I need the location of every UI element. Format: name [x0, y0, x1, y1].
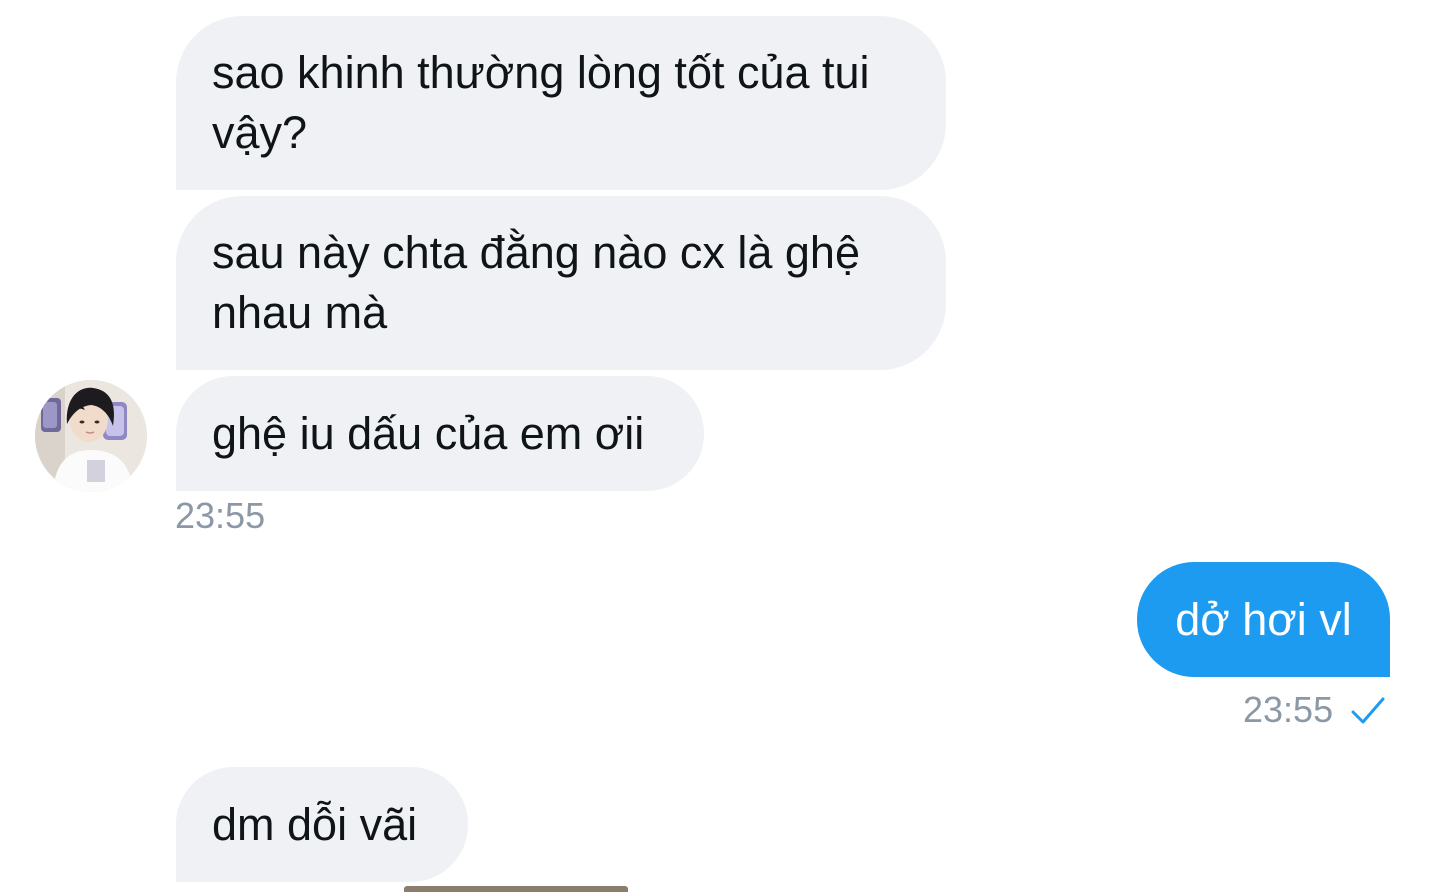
message-bubble-sent[interactable]: dở hơi vl [1137, 562, 1390, 677]
media-preview-edge [404, 886, 628, 892]
message-text: dở hơi vl [1175, 593, 1352, 645]
message-timestamp: 23:55 [1243, 689, 1334, 730]
message-bubble-received[interactable]: ghệ iu dấu của em ơii [176, 376, 704, 491]
message-bubble-received[interactable]: sao khinh thường lòng tốt của tui vậy? [176, 16, 946, 190]
message-text: ghệ iu dấu của em ơii [212, 407, 645, 459]
message-bubble-received[interactable]: sau này chta đằng nào cx là ghệ nhau mà [176, 196, 946, 370]
avatar-photo [35, 380, 147, 492]
message-text: sau này chta đằng nào cx là ghệ nhau mà [212, 227, 860, 338]
check-icon [1351, 697, 1385, 724]
message-timestamp: 23:55 [175, 495, 266, 536]
sender-avatar[interactable] [35, 380, 147, 492]
message-text: sao khinh thường lòng tốt của tui vậy? [212, 47, 870, 158]
message-bubble-received[interactable]: dm dỗi vãi [176, 767, 468, 882]
message-text: dm dỗi vãi [212, 798, 418, 850]
